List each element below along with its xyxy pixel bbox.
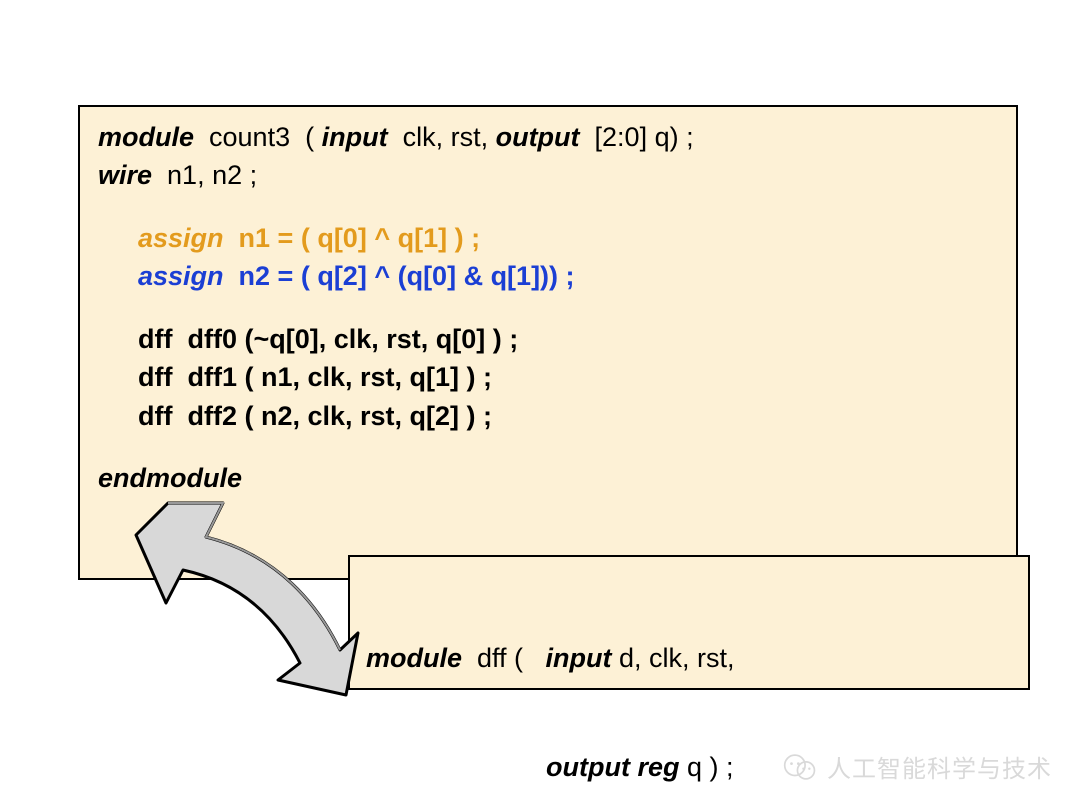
code-line-7: dff dff2 ( n2, clk, rst, q[2] ) ; [98,398,998,434]
kw-assign-orange: assign [138,223,224,253]
blank-line [98,196,998,220]
kw-input: input [322,122,388,152]
slide-stage: module count3 ( input clk, rst, output [… [0,0,1080,810]
txt: count3 ( [194,122,322,152]
code-line-3: assign n1 = ( q[0] ^ q[1] ) ; [98,220,998,256]
code-line-1: module count3 ( input clk, rst, output [… [98,119,998,155]
kw-output-reg: output reg [546,752,679,782]
pad [366,752,546,782]
kw-module: module [98,122,194,152]
kw-input: input [546,643,612,673]
watermark: 人工智能科学与技术 [783,749,1052,784]
txt: q ) ; [680,752,734,782]
code-line-8: endmodule [98,460,998,496]
blank-line [98,436,998,460]
wechat-icon [783,750,817,784]
code-line-4: assign n2 = ( q[2] ^ (q[0] & q[1])) ; [98,258,998,294]
code-box-dff: module dff ( input d, clk, rst, output r… [348,555,1030,690]
code-line-6: dff dff1 ( n1, clk, rst, q[1] ) ; [98,359,998,395]
kw-output: output [496,122,580,152]
code-box-main: module count3 ( input clk, rst, output [… [78,105,1018,580]
dff-line-1: module dff ( input d, clk, rst, [366,640,1012,676]
txt: d, clk, rst, [612,643,735,673]
txt: n1, n2 ; [152,160,257,190]
txt: clk, rst, [388,122,496,152]
watermark-text: 人工智能科学与技术 [827,749,1052,784]
txt-orange: n1 = ( q[0] ^ q[1] ) ; [224,223,481,253]
blank-line [98,297,998,321]
code-line-5: dff dff0 (~q[0], clk, rst, q[0] ) ; [98,321,998,357]
txt-blue: n2 = ( q[2] ^ (q[0] & q[1])) ; [224,261,575,291]
kw-wire: wire [98,160,152,190]
txt: dff ( [462,643,546,673]
kw-assign-blue: assign [138,261,224,291]
code-line-2: wire n1, n2 ; [98,157,998,193]
txt: [2:0] q) ; [580,122,694,152]
kw-module: module [366,643,462,673]
